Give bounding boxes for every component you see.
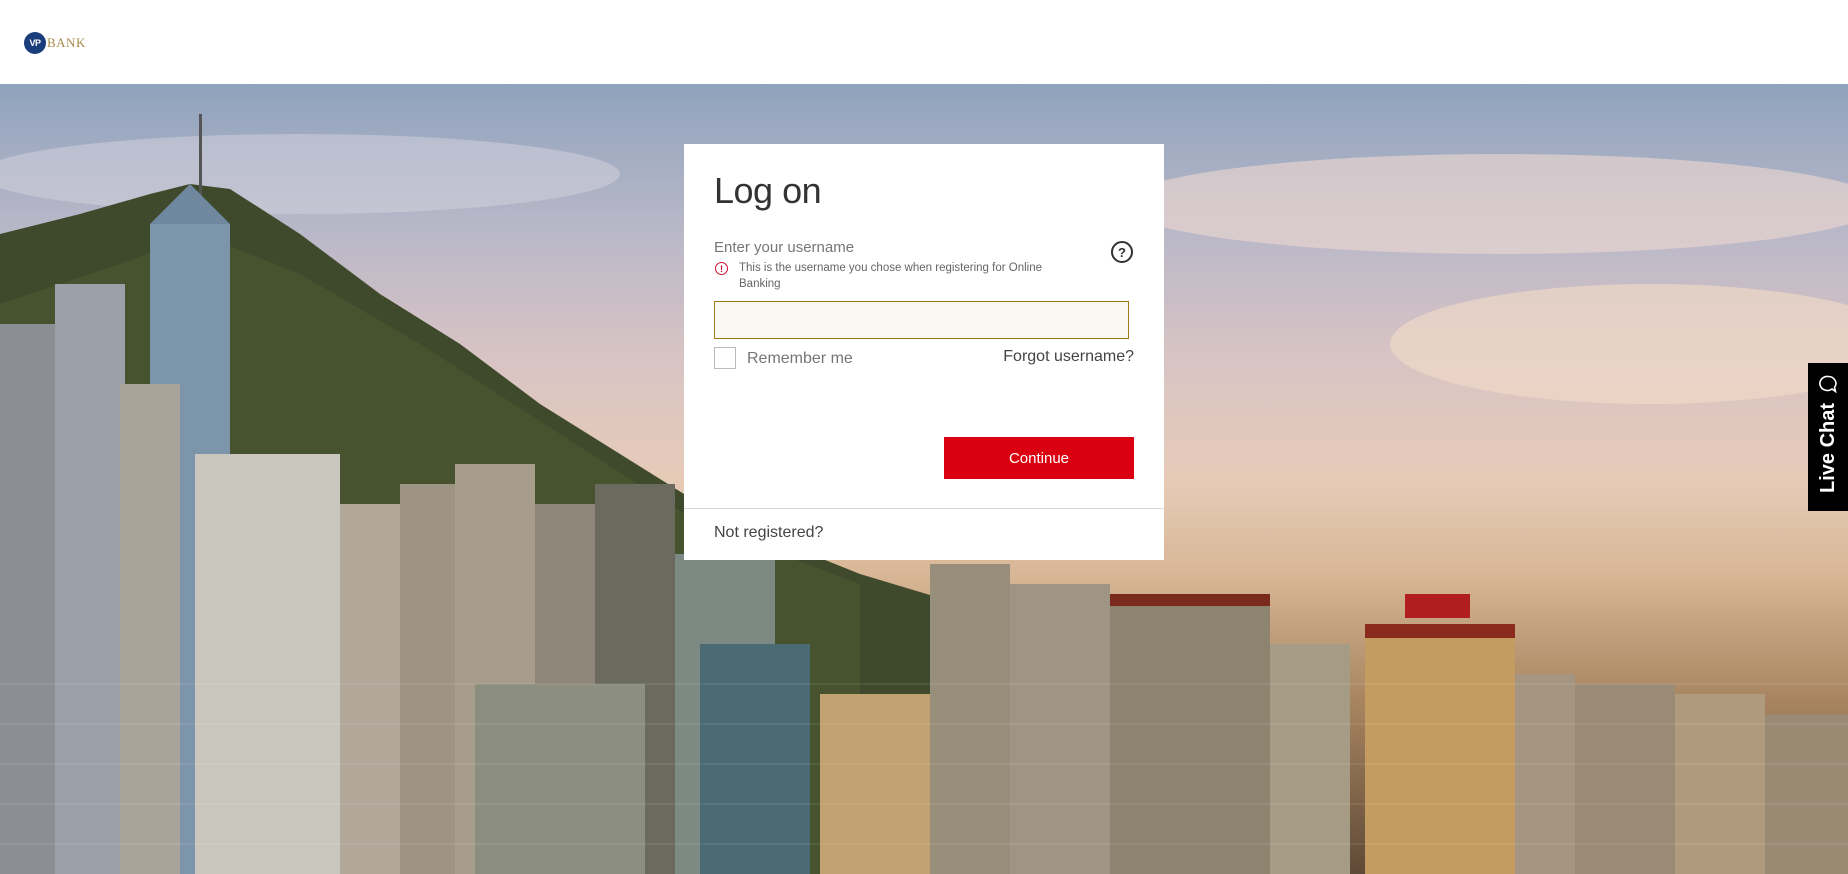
exclamation-circle-icon: ! — [715, 262, 728, 275]
site-header: VP BANK — [0, 0, 1848, 84]
chat-bubble-icon — [1819, 375, 1837, 393]
hero-background: Log on Enter your username ? ! This is t… — [0, 84, 1848, 874]
username-hint: This is the username you chose when regi… — [739, 262, 1042, 290]
username-input[interactable] — [714, 301, 1129, 339]
bank-logo[interactable]: VP BANK — [24, 32, 86, 54]
username-label: Enter your username — [714, 239, 855, 256]
login-card: Log on Enter your username ? ! This is t… — [684, 144, 1164, 560]
remember-me-checkbox[interactable] — [714, 347, 736, 369]
logo-mark: VP — [24, 32, 46, 54]
continue-button[interactable]: Continue — [944, 437, 1134, 479]
not-registered-link[interactable]: Not registered? — [714, 524, 823, 542]
page-title: Log on — [714, 170, 822, 211]
logo-text: BANK — [47, 35, 86, 50]
card-divider — [684, 508, 1164, 509]
question-circle-icon[interactable]: ? — [1111, 241, 1133, 263]
live-chat-label: Live Chat — [1817, 402, 1839, 493]
live-chat-button[interactable]: Live Chat — [1808, 363, 1848, 511]
forgot-username-link[interactable]: Forgot username? — [1003, 348, 1134, 366]
remember-me-label[interactable]: Remember me — [747, 350, 853, 368]
